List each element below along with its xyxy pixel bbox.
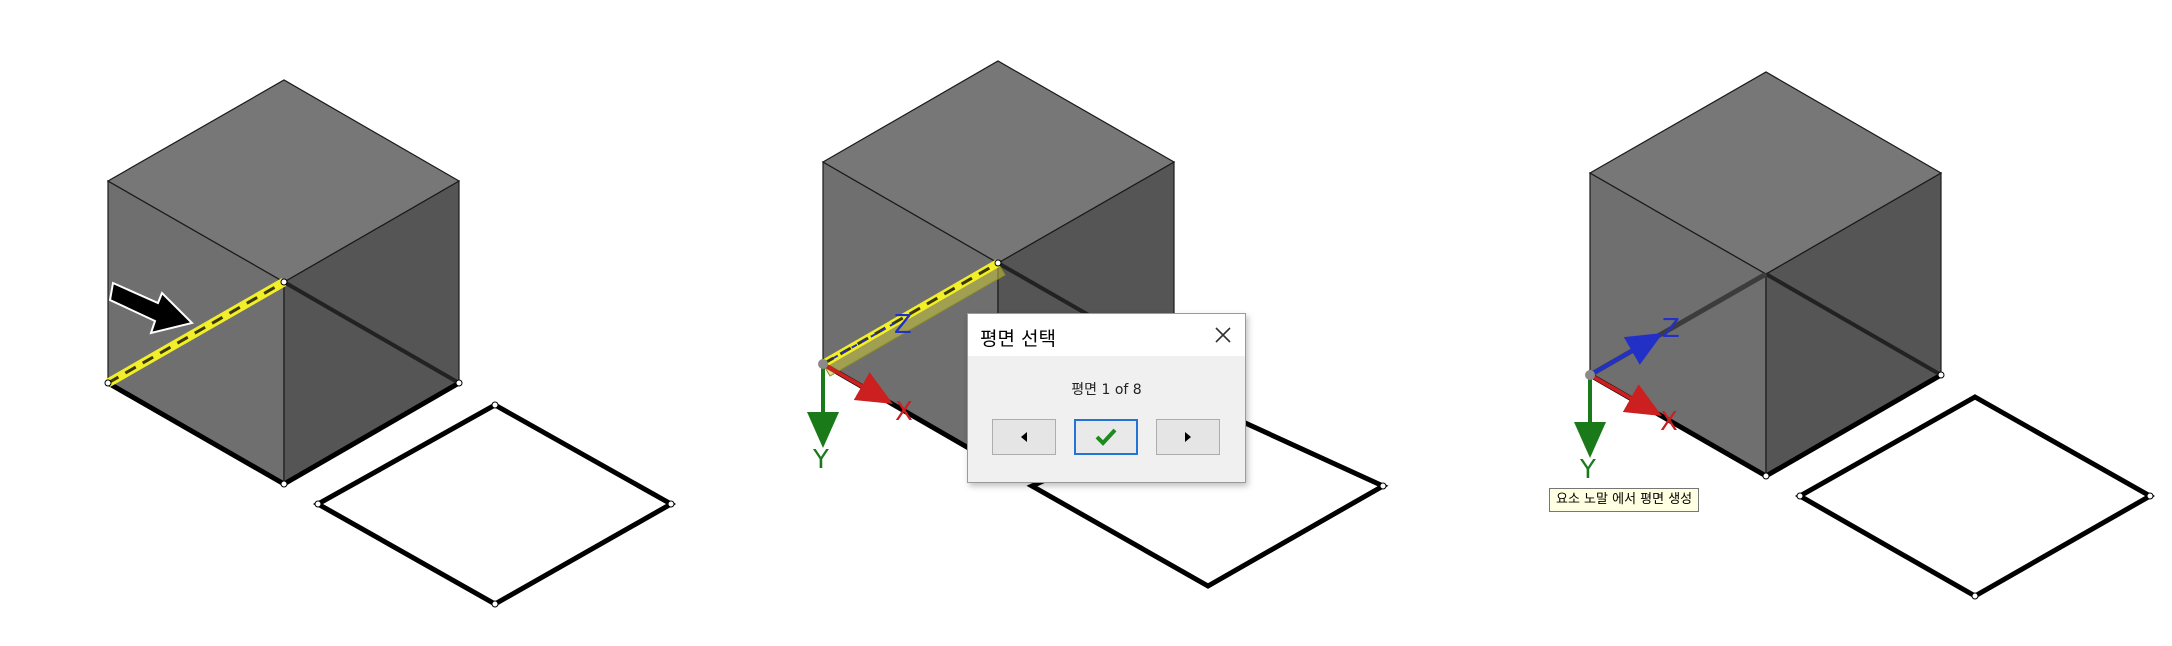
dialog-title: 평면 선택 xyxy=(980,328,1056,350)
panel-3-plane-created: X Y Z xyxy=(1574,71,2156,600)
dialog-title-bar[interactable]: 평면 선택 xyxy=(968,314,1245,356)
confirm-plane-button[interactable] xyxy=(1074,419,1138,455)
plane-select-dialog[interactable]: 평면 선택 평면 1 of 8 xyxy=(967,313,1246,483)
x-axis-label: X xyxy=(1660,407,1678,437)
y-axis-label: Y xyxy=(1579,455,1596,485)
next-plane-button[interactable] xyxy=(1156,419,1220,455)
plane-counter: 평면 1 of 8 xyxy=(1071,382,1142,398)
panel-1-select-edge xyxy=(104,79,677,608)
triangle-left-icon xyxy=(1021,432,1027,442)
tooltip: 요소 노말 에서 평면 생성 xyxy=(1549,488,1700,512)
z-axis-label: Z xyxy=(1662,314,1680,344)
close-icon[interactable] xyxy=(1211,323,1235,347)
green-checkmark-icon xyxy=(1095,428,1117,446)
triangle-right-icon xyxy=(1185,432,1191,442)
z-axis-label: Z xyxy=(894,310,912,340)
y-axis-label: Y xyxy=(812,445,829,475)
x-axis-label: X xyxy=(895,397,913,427)
previous-plane-button[interactable] xyxy=(992,419,1056,455)
